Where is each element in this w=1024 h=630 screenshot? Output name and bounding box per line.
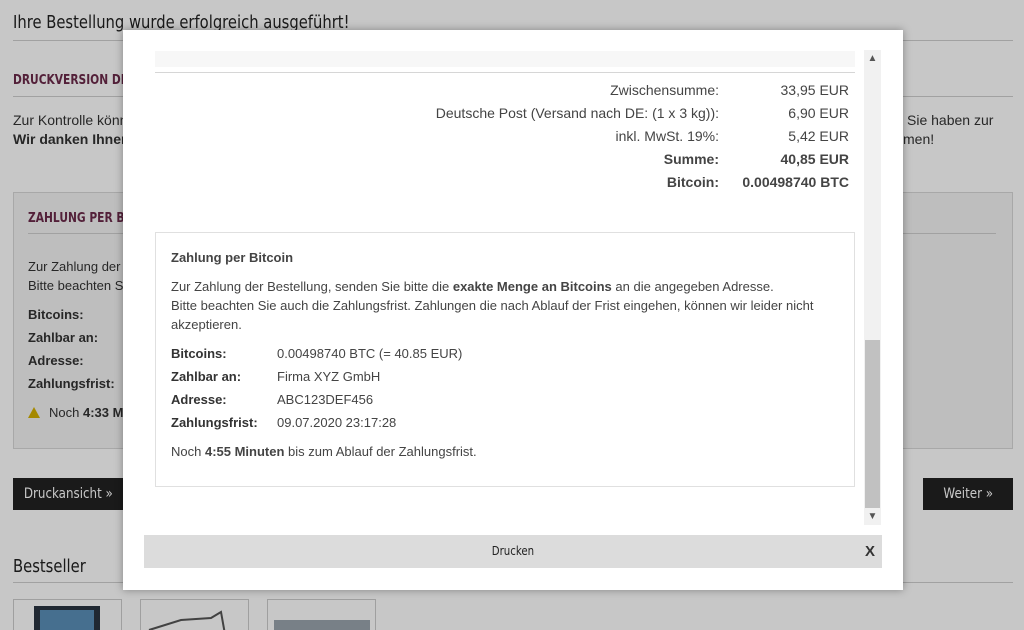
payable-to-label: Zahlbar an: [171, 369, 242, 384]
bitcoins-label: Bitcoins: [171, 346, 227, 361]
vat-row: inkl. MwSt. 19%: 5,42 EUR [615, 128, 849, 144]
subtotal-row: Zwischensumme: 33,95 EUR [610, 82, 849, 98]
bitcoin-total-row: Bitcoin: 0.00498740 BTC [666, 174, 849, 190]
payment-note-cont: akzeptieren. [171, 317, 242, 332]
modal-footer: Drucken X [144, 535, 882, 568]
modal-scrollbar[interactable]: ▲ ▼ [864, 50, 881, 525]
table-row [155, 51, 855, 67]
print-button[interactable]: Drucken [144, 535, 882, 568]
deadline-label: Zahlungsfrist: [171, 415, 258, 430]
payment-title: Zahlung per Bitcoin [171, 250, 294, 265]
payment-note: Bitte beachten Sie auch die Zahlungsfris… [171, 298, 814, 313]
close-icon[interactable]: X [865, 535, 875, 568]
bitcoins-value: 0.00498740 BTC (= 40.85 EUR) [277, 346, 463, 361]
print-modal: Zwischensumme: 33,95 EUR Deutsche Post (… [123, 30, 903, 590]
payable-to-value: Firma XYZ GmbH [277, 369, 381, 384]
payment-instructions: Zur Zahlung der Bestellung, senden Sie b… [171, 279, 774, 294]
divider [155, 72, 855, 73]
total-row: Summe: 40,85 EUR [663, 151, 849, 167]
bitcoin-payment-box: Zahlung per Bitcoin Zur Zahlung der Best… [155, 232, 855, 487]
chevron-down-icon[interactable]: ▼ [864, 508, 881, 525]
address-value: ABC123DEF456 [277, 392, 374, 407]
modal-content: Zwischensumme: 33,95 EUR Deutsche Post (… [123, 50, 883, 525]
chevron-up-icon[interactable]: ▲ [864, 50, 881, 67]
shipping-row: Deutsche Post (Versand nach DE: (1 x 3 k… [435, 105, 849, 121]
countdown-text: Noch 4:55 Minuten bis zum Ablauf der Zah… [171, 444, 477, 459]
deadline-value: 09.07.2020 23:17:28 [277, 415, 397, 430]
scrollbar-thumb[interactable] [865, 340, 880, 508]
address-label: Adresse: [171, 392, 227, 407]
